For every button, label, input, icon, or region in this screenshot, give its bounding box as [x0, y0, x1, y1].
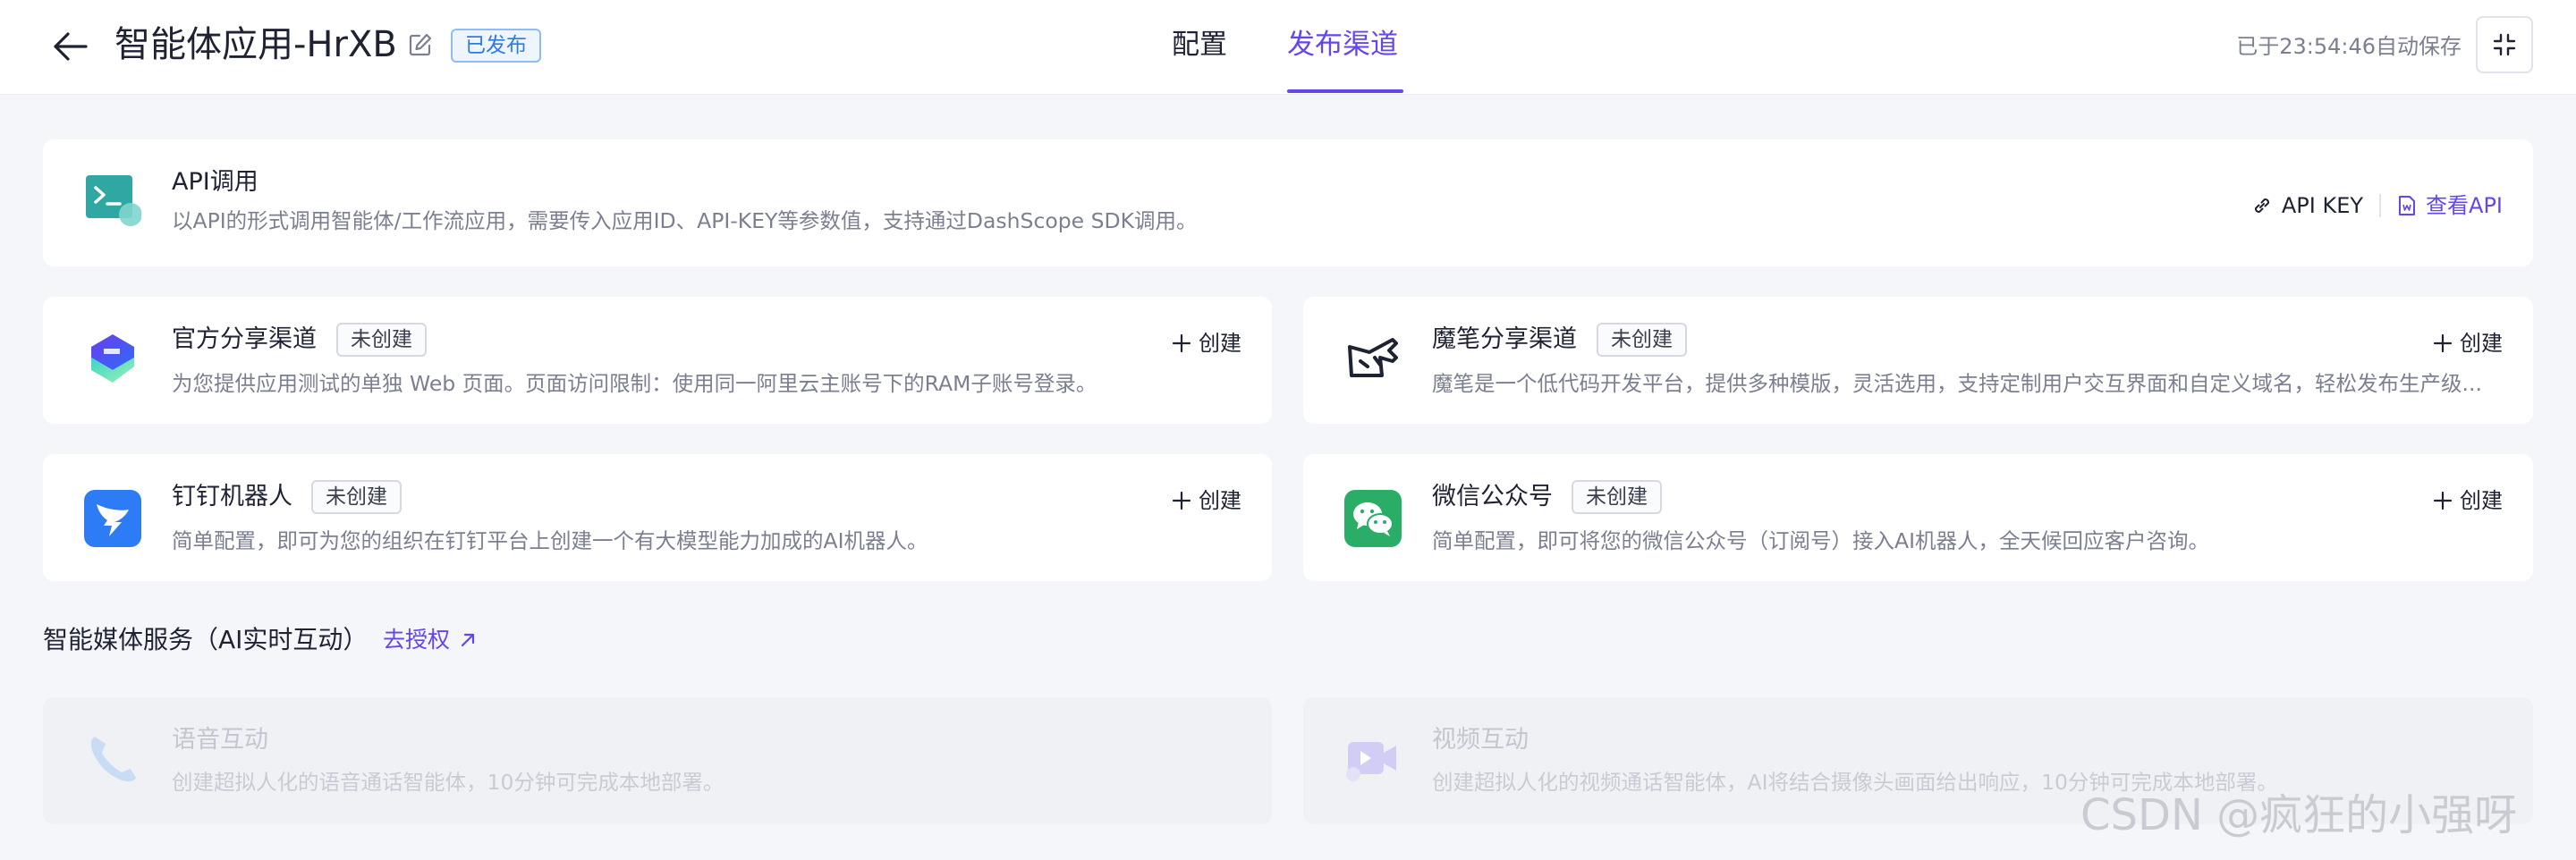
active-tab-indicator: [1287, 89, 1403, 93]
media-title: 语音互动: [172, 726, 268, 754]
plus-icon: [2433, 491, 2453, 510]
collapse-icon: [2493, 33, 2516, 56]
authorize-link[interactable]: 去授权: [383, 624, 477, 656]
dingtalk-icon: [84, 490, 141, 547]
api-key-button[interactable]: API KEY: [2251, 190, 2363, 222]
api-actions: API KEY 查看API: [2251, 190, 2503, 222]
document-icon: [2399, 196, 2416, 215]
api-card-description: 以API的形式调用智能体/工作流应用，需要传入应用ID、API-KEY等参数值，…: [172, 208, 1198, 233]
app-title: 智能体应用-HrXB: [114, 24, 397, 65]
channel-title: 微信公众号: [1432, 483, 1553, 510]
back-arrow-icon[interactable]: [50, 27, 89, 66]
section-title: 智能媒体服务（AI实时互动）: [43, 625, 369, 654]
api-card: API调用 以API的形式调用智能体/工作流应用，需要传入应用ID、API-KE…: [43, 139, 2533, 266]
channel-description: 为您提供应用测试的单独 Web 页面。页面访问限制：使用同一阿里云主账号下的RA…: [172, 371, 1097, 396]
video-icon: [1344, 731, 1402, 788]
divider: [2379, 194, 2382, 217]
media-card-voice: 语音互动 创建超拟人化的语音通话智能体，10分钟可完成本地部署。: [43, 697, 1272, 824]
top-bar: 智能体应用-HrXB 已发布 配置 发布渠道 已于23:54:46自动保存: [0, 0, 2576, 95]
channel-title: 官方分享渠道: [172, 325, 317, 353]
api-key-label: API KEY: [2281, 193, 2364, 218]
create-button[interactable]: 创建: [2433, 485, 2503, 517]
status-badge: 未创建: [1597, 323, 1687, 357]
channel-card-official-share: 官方分享渠道 未创建 创建 为您提供应用测试的单独 Web 页面。页面访问限制：…: [43, 297, 1272, 424]
status-badge: 未创建: [336, 323, 427, 357]
view-api-button[interactable]: 查看API: [2397, 190, 2503, 222]
plus-icon: [1172, 491, 1191, 510]
published-badge: 已发布: [451, 29, 541, 63]
status-badge: 未创建: [311, 480, 402, 514]
create-button[interactable]: 创建: [1172, 485, 1241, 517]
api-card-title: API调用: [172, 168, 258, 196]
official-share-icon: [84, 331, 141, 388]
create-label: 创建: [1199, 488, 1241, 513]
terminal-icon: [84, 172, 142, 229]
phone-icon: [84, 731, 141, 788]
link-icon: [2254, 198, 2269, 214]
status-badge: 未创建: [1572, 480, 1662, 514]
autosave-status: 已于23:54:46自动保存: [2236, 34, 2462, 59]
authorize-label: 去授权: [383, 627, 451, 653]
watermark: CSDN @疯狂的小强呀: [2080, 790, 2518, 840]
create-button[interactable]: 创建: [2433, 327, 2503, 359]
create-label: 创建: [2460, 488, 2503, 513]
channel-description: 简单配置，即可为您的组织在钉钉平台上创建一个有大模型能力加成的AI机器人。: [172, 528, 928, 553]
channel-title: 钉钉机器人: [172, 483, 292, 510]
plus-icon: [1172, 333, 1191, 353]
create-label: 创建: [2460, 331, 2503, 356]
channel-card-mobi-share: 魔笔分享渠道 未创建 创建 魔笔是一个低代码开发平台，提供多种模版，灵活选用，支…: [1303, 297, 2533, 424]
wechat-icon: [1344, 490, 1402, 547]
channel-title: 魔笔分享渠道: [1432, 325, 1577, 353]
collapse-button[interactable]: [2476, 16, 2533, 73]
channel-description: 魔笔是一个低代码开发平台，提供多种模版，灵活选用，支持定制用户交互界面和自定义域…: [1432, 371, 2482, 396]
channel-card-wechat: 微信公众号 未创建 创建 简单配置，即可将您的微信公众号（订阅号）接入AI机器人…: [1303, 454, 2533, 581]
tab-publish-channels[interactable]: 发布渠道: [1287, 25, 1398, 64]
create-button[interactable]: 创建: [1172, 327, 1241, 359]
create-label: 创建: [1199, 331, 1241, 356]
plus-icon: [2433, 333, 2453, 353]
mobi-icon: [1344, 331, 1402, 388]
view-api-label: 查看API: [2426, 193, 2503, 218]
tab-config[interactable]: 配置: [1172, 25, 1227, 64]
external-arrow-icon: [461, 633, 475, 647]
edit-icon[interactable]: [408, 32, 433, 57]
media-description: 创建超拟人化的语音通话智能体，10分钟可完成本地部署。: [172, 770, 724, 795]
channel-description: 简单配置，即可将您的微信公众号（订阅号）接入AI机器人，全天候回应客户咨询。: [1432, 528, 2210, 553]
channel-card-dingtalk: 钉钉机器人 未创建 创建 简单配置，即可为您的组织在钉钉平台上创建一个有大模型能…: [43, 454, 1272, 581]
media-title: 视频互动: [1432, 726, 1529, 754]
